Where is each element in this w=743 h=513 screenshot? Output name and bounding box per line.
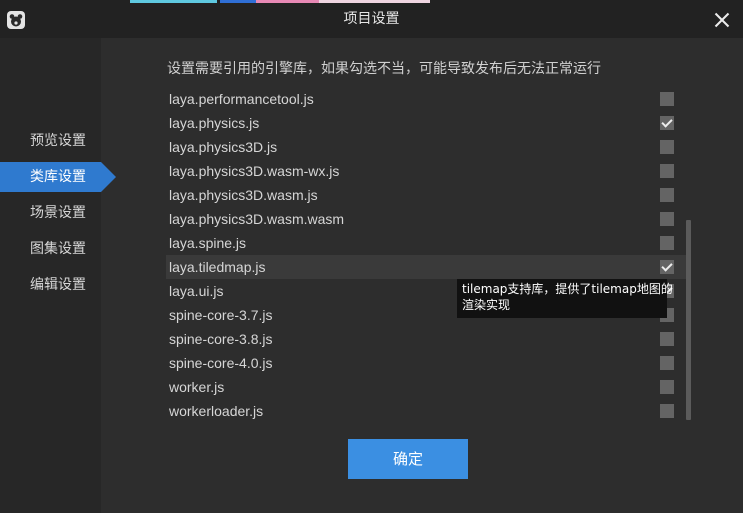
nav-item-scene-settings[interactable]: 场景设置 [0,198,101,228]
list-scrollbar[interactable] [686,220,691,420]
library-row[interactable]: laya.performancetool.js [166,87,686,111]
library-name: laya.spine.js [169,235,247,251]
library-name: laya.ui.js [169,283,224,299]
nav-item-editor-settings[interactable]: 编辑设置 [0,270,101,300]
nav-item-library-settings[interactable]: 类库设置 [0,162,116,192]
library-checkbox[interactable] [660,380,674,394]
check-icon [661,116,673,128]
library-checkbox[interactable] [660,236,674,250]
library-row[interactable]: laya.spine.js [166,231,686,255]
library-checkbox[interactable] [660,92,674,106]
library-name: laya.physics.js [169,115,260,131]
library-list: laya.performancetool.js laya.physics.js … [166,87,686,423]
library-name: spine-core-3.7.js [169,307,273,323]
settings-nav: 预览设置 类库设置 场景设置 图集设置 编辑设置 [0,126,116,300]
library-row[interactable]: laya.physics3D.js [166,135,686,159]
library-row[interactable]: laya.physics.js [166,111,686,135]
library-checkbox[interactable] [660,356,674,370]
library-name: workerloader.js [169,403,264,419]
library-name: laya.physics3D.js [169,139,278,155]
check-icon [661,260,673,272]
library-row[interactable]: laya.tiledmap.js [166,255,686,279]
library-row[interactable]: laya.physics3D.wasm.wasm [166,207,686,231]
library-name: worker.js [169,379,225,395]
library-row[interactable]: laya.physics3D.wasm-wx.js [166,159,686,183]
library-row[interactable]: workerloader.js [166,399,686,423]
library-name: laya.performancetool.js [169,91,314,107]
tooltip-line: tilemap支持库，提供了tilemap地图的 [462,282,673,296]
library-checkbox[interactable] [660,332,674,346]
title-bar[interactable]: 项目设置 [0,0,743,38]
nav-item-atlas-settings[interactable]: 图集设置 [0,234,101,264]
library-name: spine-core-3.8.js [169,331,273,347]
library-tooltip: tilemap支持库，提供了tilemap地图的 渲染实现 [457,279,673,318]
library-name: laya.physics3D.wasm.js [169,187,318,203]
library-row[interactable]: spine-core-3.8.js [166,327,686,351]
confirm-button[interactable]: 确定 [348,439,468,479]
library-name: laya.physics3D.wasm-wx.js [169,163,340,179]
library-row[interactable]: spine-core-4.0.js [166,351,686,375]
tooltip-line: 渲染实现 [462,298,511,312]
dialog-title: 项目设置 [343,11,400,27]
library-row[interactable]: laya.physics3D.wasm.js [166,183,686,207]
close-icon[interactable] [714,12,730,28]
library-description: 设置需要引用的引擎库，如果勾选不当，可能导致发布后无法正常运行 [167,61,601,77]
library-checkbox[interactable] [660,116,674,130]
library-checkbox[interactable] [660,188,674,202]
library-name: laya.physics3D.wasm.wasm [169,211,345,227]
library-checkbox[interactable] [660,140,674,154]
library-name: laya.tiledmap.js [169,259,266,275]
library-name: spine-core-4.0.js [169,355,273,371]
library-checkbox[interactable] [660,260,674,274]
library-row[interactable]: worker.js [166,375,686,399]
library-checkbox[interactable] [660,164,674,178]
library-checkbox[interactable] [660,212,674,226]
project-settings-dialog: 项目设置 预览设置 类库设置 场景设置 图集设置 编辑设置 设置需要引用的引擎库… [0,0,743,513]
library-checkbox[interactable] [660,404,674,418]
nav-item-preview-settings[interactable]: 预览设置 [0,126,101,156]
